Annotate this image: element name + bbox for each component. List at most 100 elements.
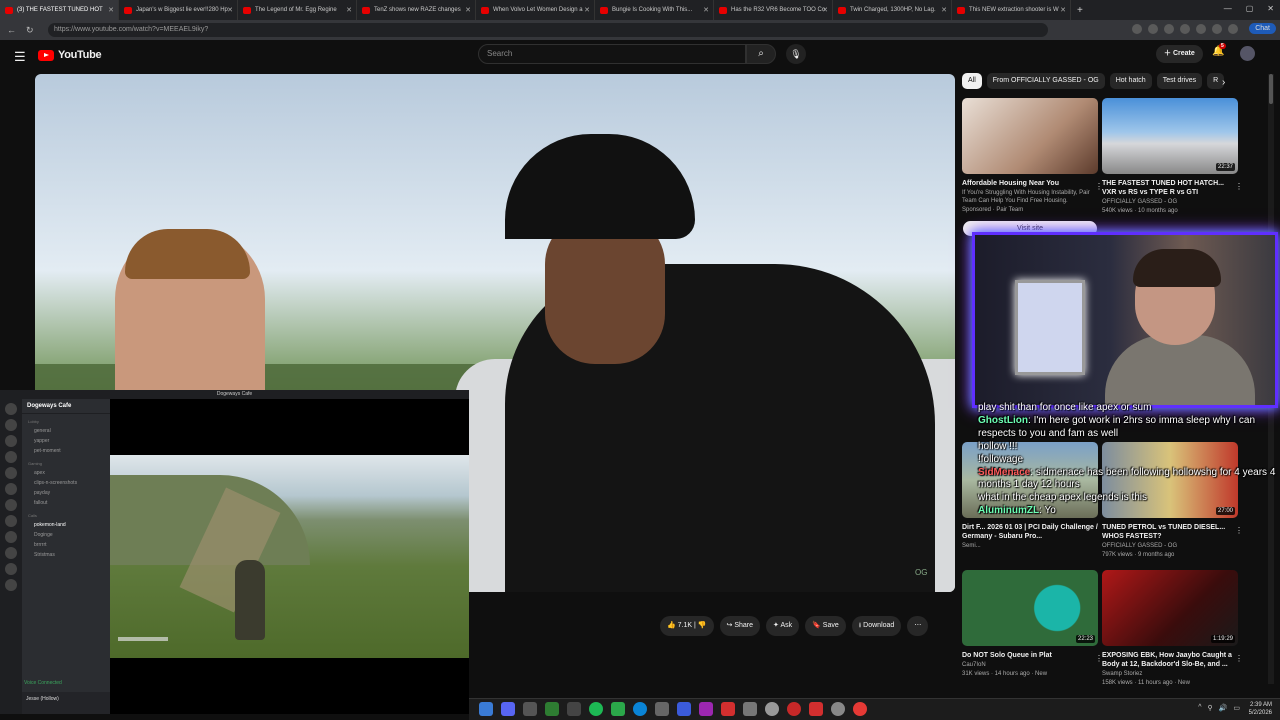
taskbar-clock[interactable]: 2:39 AM 5/2/2026 — [1249, 701, 1272, 717]
browser-tab[interactable]: Japan's w Biggest lie ever!!280 Hp ✕ — [119, 0, 238, 20]
channel-category[interactable]: Calls — [22, 511, 110, 520]
voice-member[interactable]: Stristmas — [22, 550, 110, 560]
chevron-up-icon[interactable]: ^ — [1198, 704, 1201, 712]
channel-item[interactable]: payday — [22, 488, 110, 498]
browser-tab[interactable]: (3) THE FASTEST TUNED HOT ✕ — [0, 0, 119, 20]
recommendation-card[interactable]: 1:19:29 EXPOSING EBK, How Jaaybo Caught … — [1102, 570, 1243, 687]
server-icon[interactable] — [5, 579, 17, 591]
new-tab-icon[interactable]: + — [1077, 5, 1083, 16]
more-icon[interactable]: ⋮ — [1235, 182, 1243, 191]
app-icon[interactable] — [831, 702, 845, 716]
extension-icon[interactable] — [1180, 24, 1190, 34]
download-button[interactable]: ⭳ Download — [851, 616, 902, 636]
video-thumbnail[interactable] — [962, 98, 1098, 174]
server-icon[interactable] — [5, 451, 17, 463]
server-icon[interactable] — [5, 563, 17, 575]
browser-tab[interactable]: Twin Charged, 1300HP, No Lag. ✕ — [833, 0, 952, 20]
app-icon[interactable] — [699, 702, 713, 716]
more-actions-button[interactable]: ⋯ — [907, 616, 929, 636]
account-avatar[interactable] — [1240, 46, 1255, 61]
recommendation-card[interactable]: 22:23 Do NOT Solo Queue in Plat Cau7IoN … — [962, 570, 1103, 678]
app-icon[interactable] — [721, 702, 735, 716]
volume-icon[interactable]: 🔊 — [1219, 704, 1228, 712]
game-stream[interactable] — [110, 455, 469, 658]
chevron-right-icon[interactable]: › — [1222, 77, 1225, 88]
channel-item[interactable]: pet-moment — [22, 446, 110, 456]
server-name[interactable]: Dogeways Cafe — [22, 399, 110, 414]
server-icon[interactable] — [5, 435, 17, 447]
extension-icon[interactable] — [1196, 24, 1206, 34]
extension-icon[interactable] — [1132, 24, 1142, 34]
server-icon[interactable] — [5, 547, 17, 559]
notifications-button[interactable]: 🔔 5 — [1212, 43, 1226, 57]
server-icon[interactable] — [5, 419, 17, 431]
app-icon[interactable] — [743, 702, 757, 716]
battery-icon[interactable]: ▭ — [1233, 704, 1240, 712]
chip-all[interactable]: All — [962, 73, 982, 89]
browser-tab[interactable]: This NEW extraction shooter is W ✕ — [952, 0, 1071, 20]
back-icon[interactable]: ← — [7, 25, 19, 35]
network-icon[interactable]: ⚲ — [1208, 704, 1213, 712]
browser-tab[interactable]: TenZ shows new RAZE changes ✕ — [357, 0, 476, 20]
extension-icon[interactable] — [1148, 24, 1158, 34]
chip-hot-hatch[interactable]: Hot hatch — [1109, 73, 1152, 89]
video-thumbnail[interactable]: 1:19:29 — [1102, 570, 1238, 646]
search-input[interactable]: Search — [478, 44, 746, 64]
ask-button[interactable]: ✦ Ask — [766, 616, 800, 636]
server-icon[interactable] — [5, 467, 17, 479]
voice-search-button[interactable]: 🎙 — [786, 44, 806, 64]
browser-tab[interactable]: When Volvo Let Women Design a ✕ — [476, 0, 595, 20]
channel-item[interactable]: apex — [22, 468, 110, 478]
voice-member[interactable]: Doginge — [22, 530, 110, 540]
reload-icon[interactable]: ↻ — [26, 25, 38, 36]
close-tab-icon[interactable]: ✕ — [465, 6, 471, 14]
save-button[interactable]: 🔖 Save — [805, 616, 846, 636]
channel-category[interactable]: Gaming — [22, 459, 110, 468]
server-icon[interactable] — [5, 531, 17, 543]
app-icon[interactable] — [567, 702, 581, 716]
menu-icon[interactable]: ☰ — [14, 49, 26, 65]
channel-item[interactable]: fallout — [22, 498, 110, 508]
channel-category[interactable]: Lobby — [22, 417, 110, 426]
minimize-icon[interactable]: — — [1224, 4, 1232, 13]
app-icon[interactable] — [809, 702, 823, 716]
video-thumbnail[interactable]: 22:23 — [962, 570, 1098, 646]
search-button[interactable]: ⌕ — [746, 44, 776, 64]
app-icon[interactable] — [655, 702, 669, 716]
server-icon[interactable] — [5, 515, 17, 527]
video-thumbnail[interactable]: 22:37 — [1102, 98, 1238, 174]
recommendation-card[interactable]: 22:37 THE FASTEST TUNED HOT HATCH... VXR… — [1102, 98, 1243, 215]
voice-channel-item[interactable]: pokemon-land — [22, 520, 110, 530]
recommendation-card[interactable]: Affordable Housing Near You If You're St… — [962, 98, 1103, 214]
close-window-icon[interactable]: ✕ — [1267, 4, 1274, 13]
spotify-icon[interactable] — [589, 702, 603, 716]
app-icon[interactable] — [523, 702, 537, 716]
app-icon[interactable] — [787, 702, 801, 716]
edge-icon[interactable] — [633, 702, 647, 716]
voice-member[interactable]: brrrrrt — [22, 540, 110, 550]
close-tab-icon[interactable]: ✕ — [822, 6, 828, 14]
close-tab-icon[interactable]: ✕ — [584, 6, 590, 14]
app-icon[interactable] — [765, 702, 779, 716]
close-tab-icon[interactable]: ✕ — [941, 6, 947, 14]
more-icon[interactable]: ⋮ — [1235, 526, 1243, 535]
thumbs-down-icon[interactable]: | 👎 — [692, 622, 707, 629]
app-icon[interactable] — [611, 702, 625, 716]
close-tab-icon[interactable]: ✕ — [346, 6, 352, 14]
server-icon[interactable] — [5, 499, 17, 511]
share-button[interactable]: ↪ Share — [719, 616, 761, 636]
close-tab-icon[interactable]: ✕ — [703, 6, 709, 14]
app-icon[interactable] — [677, 702, 691, 716]
chip-channel[interactable]: From OFFICIALLY GASSED - OG — [986, 73, 1105, 89]
extension-icon[interactable] — [1212, 24, 1222, 34]
close-tab-icon[interactable]: ✕ — [108, 6, 114, 14]
chip-test-drives[interactable]: Test drives — [1156, 73, 1203, 89]
channel-item[interactable]: general — [22, 426, 110, 436]
browser-tab[interactable]: Bungie Is Cooking With This... ✕ — [595, 0, 714, 20]
app-icon[interactable] — [545, 702, 559, 716]
channel-item[interactable]: yapper — [22, 436, 110, 446]
channel-item[interactable]: clips-n-screenshots — [22, 478, 110, 488]
close-tab-icon[interactable]: ✕ — [1060, 6, 1066, 14]
discord-icon[interactable] — [501, 702, 515, 716]
maximize-icon[interactable]: ▢ — [1246, 4, 1254, 13]
